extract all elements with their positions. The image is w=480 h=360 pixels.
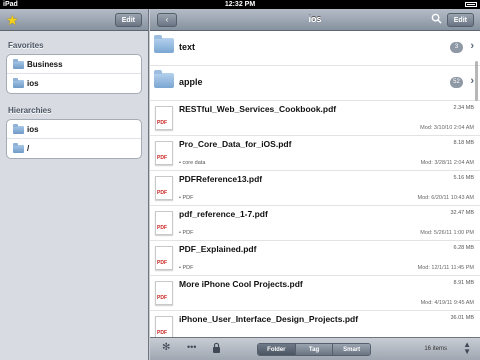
file-name: RESTful_Web_Services_Cookbook.pdf xyxy=(179,104,337,114)
favorites-group: Business ios xyxy=(6,54,142,94)
file-modified: Mod: 4/19/11 9:45 AM xyxy=(420,300,474,306)
folder-icon xyxy=(13,124,24,134)
file-modified: Mod: 3/28/11 2:04 AM xyxy=(420,160,474,166)
pdf-icon: PDF xyxy=(155,176,173,200)
hierarchy-label: ios xyxy=(27,125,39,134)
file-size: 32.47 MB xyxy=(450,210,474,216)
file-size: 5.16 MB xyxy=(453,175,474,181)
view-mode-segmented-control[interactable]: Folder Tag Smart xyxy=(257,343,371,356)
count-badge: 3 xyxy=(450,42,463,53)
hierarchy-item-ios[interactable]: ios xyxy=(7,120,141,139)
more-icon[interactable]: ••• xyxy=(187,342,196,352)
file-size: 36.01 MB xyxy=(450,315,474,321)
hierarchy-item-root[interactable]: / xyxy=(7,139,141,158)
browser-toolbar: ‹ ios Edit xyxy=(150,9,480,31)
folder-icon xyxy=(154,35,174,53)
folder-row-text[interactable]: text 3 › xyxy=(150,31,480,66)
favorite-item-business[interactable]: Business xyxy=(7,55,141,74)
favorites-title: Favorites xyxy=(8,41,44,50)
folder-icon xyxy=(13,143,24,153)
pdf-icon: PDF xyxy=(155,141,173,165)
pdf-icon: PDF xyxy=(155,106,173,130)
lock-icon[interactable] xyxy=(212,342,221,356)
file-name: iPhone_User_Interface_Design_Projects.pd… xyxy=(179,314,359,324)
favorite-item-ios[interactable]: ios xyxy=(7,74,141,93)
folder-name: apple xyxy=(179,77,203,87)
browser-edit-button[interactable]: Edit xyxy=(446,13,474,27)
file-modified: Mod: 5/26/11 1:00 PM xyxy=(420,230,474,236)
hierarchies-title: Hierarchies xyxy=(8,106,52,115)
settings-icon[interactable]: ✻ xyxy=(162,342,170,353)
status-bar: iPad 12:32 PM xyxy=(0,0,480,9)
search-icon[interactable] xyxy=(431,13,442,24)
folder-name: text xyxy=(179,42,196,52)
folder-icon xyxy=(13,59,24,69)
scrollbar[interactable] xyxy=(475,61,478,101)
file-tag: • PDF xyxy=(179,230,194,236)
file-list[interactable]: text 3 › apple 52 › PDF RESTful_Web_Serv… xyxy=(150,31,480,346)
favorite-label: Business xyxy=(27,60,63,69)
favorite-label: ios xyxy=(27,79,39,88)
file-modified: Mod: 6/20/11 10:43 AM xyxy=(417,195,474,201)
sort-toggle-icon[interactable]: ▲ ▼ xyxy=(463,341,471,356)
file-row[interactable]: PDF PDF_Explained.pdf 6.28 MB • PDF Mod:… xyxy=(150,241,480,276)
file-name: PDF_Explained.pdf xyxy=(179,244,257,254)
file-name: Pro_Core_Data_for_iOS.pdf xyxy=(179,139,292,149)
file-row[interactable]: PDF Pro_Core_Data_for_iOS.pdf 8.18 MB • … xyxy=(150,136,480,171)
segment-tag[interactable]: Tag xyxy=(295,344,334,355)
folder-row-apple[interactable]: apple 52 › xyxy=(150,66,480,101)
file-tag: • core data xyxy=(179,160,206,166)
file-name: More iPhone Cool Projects.pdf xyxy=(179,279,303,289)
folder-icon xyxy=(154,70,174,88)
file-row[interactable]: PDF RESTful_Web_Services_Cookbook.pdf 2.… xyxy=(150,101,480,136)
file-browser: ‹ ios Edit text 3 › apple 52 › PDF RESTf… xyxy=(150,9,480,360)
file-name: pdf_reference_1-7.pdf xyxy=(179,209,268,219)
file-row[interactable]: PDF PDFReference13.pdf 5.16 MB • PDF Mod… xyxy=(150,171,480,206)
sidebar: ★ Edit Favorites Business ios Hierarchie… xyxy=(0,9,149,360)
file-size: 6.28 MB xyxy=(453,245,474,251)
folder-icon xyxy=(13,78,24,88)
file-row[interactable]: PDF More iPhone Cool Projects.pdf 8.91 M… xyxy=(150,276,480,311)
file-tag: • PDF xyxy=(179,195,194,201)
chevron-right-icon: › xyxy=(470,75,474,87)
clock: 12:32 PM xyxy=(224,1,256,8)
battery-icon xyxy=(463,0,477,9)
file-row[interactable]: PDF pdf_reference_1-7.pdf 32.47 MB • PDF… xyxy=(150,206,480,241)
file-size: 8.18 MB xyxy=(453,140,474,146)
file-size: 8.91 MB xyxy=(453,280,474,286)
pdf-icon: PDF xyxy=(155,281,173,305)
pdf-icon: PDF xyxy=(155,246,173,270)
hierarchy-label: / xyxy=(27,144,30,153)
file-modified: Mod: 3/10/10 2:04 AM xyxy=(420,125,474,131)
bottom-toolbar: ✻ ••• Folder Tag Smart 16 items ▲ ▼ xyxy=(150,337,480,360)
items-count: 16 items xyxy=(424,346,447,352)
sidebar-edit-button[interactable]: Edit xyxy=(114,13,142,27)
segment-folder[interactable]: Folder xyxy=(258,344,296,355)
sidebar-toolbar: ★ Edit xyxy=(0,9,148,31)
pdf-icon: PDF xyxy=(155,211,173,235)
chevron-right-icon: › xyxy=(470,40,474,52)
hierarchies-group: ios / xyxy=(6,119,142,159)
segment-smart[interactable]: Smart xyxy=(333,344,370,355)
file-modified: Mod: 12/1/11 11:45 PM xyxy=(417,265,474,271)
file-name: PDFReference13.pdf xyxy=(179,174,263,184)
file-size: 2.34 MB xyxy=(453,105,474,111)
star-icon[interactable]: ★ xyxy=(6,12,19,28)
file-tag: • PDF xyxy=(179,265,194,271)
count-badge: 52 xyxy=(450,77,463,88)
